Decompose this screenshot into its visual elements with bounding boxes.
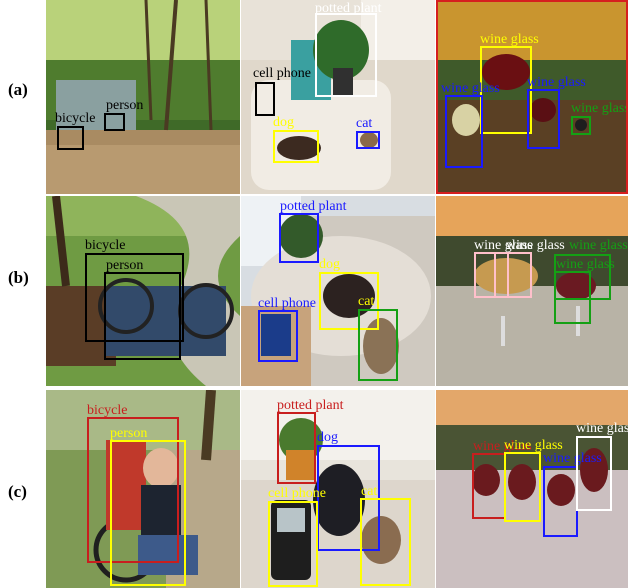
bbox-cell-phone (258, 310, 298, 362)
bbox-wine-glass-3 (543, 466, 578, 537)
panel-c1-woman-bicycle: bicycle person (46, 390, 240, 588)
row-label-b: (b) (8, 268, 29, 287)
bbox-person (110, 440, 186, 586)
label-bicycle: bicycle (87, 403, 128, 418)
label-wine-glass-4: wine glass (571, 101, 628, 116)
bbox-wine-glass-4 (554, 271, 591, 324)
panel-b2-couch-pets: potted plant dog cell phone cat (241, 196, 435, 386)
panel-b1-park-bench: bicycle person (46, 196, 240, 386)
label-dog: dog (319, 257, 340, 272)
bbox-person (104, 113, 125, 131)
bbox-wine-glass-2 (445, 95, 483, 168)
label-potted-plant: potted plant (280, 199, 347, 214)
bbox-bicycle (57, 126, 84, 150)
label-cell-phone: cell phone (253, 66, 311, 81)
bbox-person (104, 272, 181, 360)
bbox-wine-glass-4 (571, 116, 591, 135)
bbox-wine-glass-2 (504, 452, 541, 522)
label-bicycle: bicycle (85, 238, 126, 253)
label-person: person (106, 98, 144, 113)
photo-river-forest (46, 0, 240, 194)
label-cat: cat (361, 484, 378, 499)
label-person: person (106, 258, 144, 273)
row-label-c: (c) (8, 482, 27, 501)
bbox-cell-phone (255, 82, 275, 116)
bbox-wine-glass-4 (576, 436, 612, 511)
bbox-cat (360, 498, 411, 586)
label-wine-glass-3: wine glass (527, 75, 586, 90)
panel-c3-wine-vineyard: wine glass wine glass wine glass wine gl… (436, 390, 628, 588)
bbox-wine-glass-2 (494, 252, 532, 298)
label-wine-glass-2: wine glass (441, 81, 500, 96)
label-wine-glass-3: wine glass (569, 238, 628, 253)
label-potted-plant: potted plant (277, 398, 344, 413)
row-label-a: (a) (8, 80, 28, 99)
bbox-wine-glass-1 (472, 453, 506, 519)
bbox-dog (273, 130, 319, 163)
panel-b3-wine-table: wine glass wine glass wine glass wine gl… (436, 196, 628, 386)
label-wine-glass-4: wine glass (556, 257, 615, 272)
bbox-cell-phone (268, 501, 318, 587)
label-dog: dog (273, 115, 294, 130)
bbox-wine-glass-3 (527, 89, 560, 149)
label-cat: cat (358, 294, 375, 309)
bbox-potted-plant (315, 13, 377, 97)
label-wine-glass-2: wine glass (506, 238, 565, 253)
label-dog: dog (317, 430, 338, 445)
bbox-cat (358, 309, 398, 381)
panel-a3-wine-sunset: wine glass wine glass wine glass wine gl… (436, 0, 628, 194)
bbox-potted-plant (277, 412, 316, 484)
panel-c2-dog-cat-phone: potted plant dog cell phone cat (241, 390, 435, 588)
label-bicycle: bicycle (55, 111, 96, 126)
panel-a2-living-room: potted plant cell phone dog cat (241, 0, 435, 194)
label-potted-plant: potted plant (315, 1, 382, 16)
bbox-potted-plant (279, 213, 319, 263)
label-person: person (110, 426, 148, 441)
label-cell-phone: cell phone (268, 486, 326, 501)
bbox-cat (356, 131, 380, 149)
label-wine-glass-1: wine glass (480, 32, 539, 47)
label-cell-phone: cell phone (258, 296, 316, 311)
label-cat: cat (356, 116, 373, 131)
label-wine-glass-4: wine glass (576, 421, 628, 436)
panel-a1-waterfall-river: bicycle person (46, 0, 240, 194)
